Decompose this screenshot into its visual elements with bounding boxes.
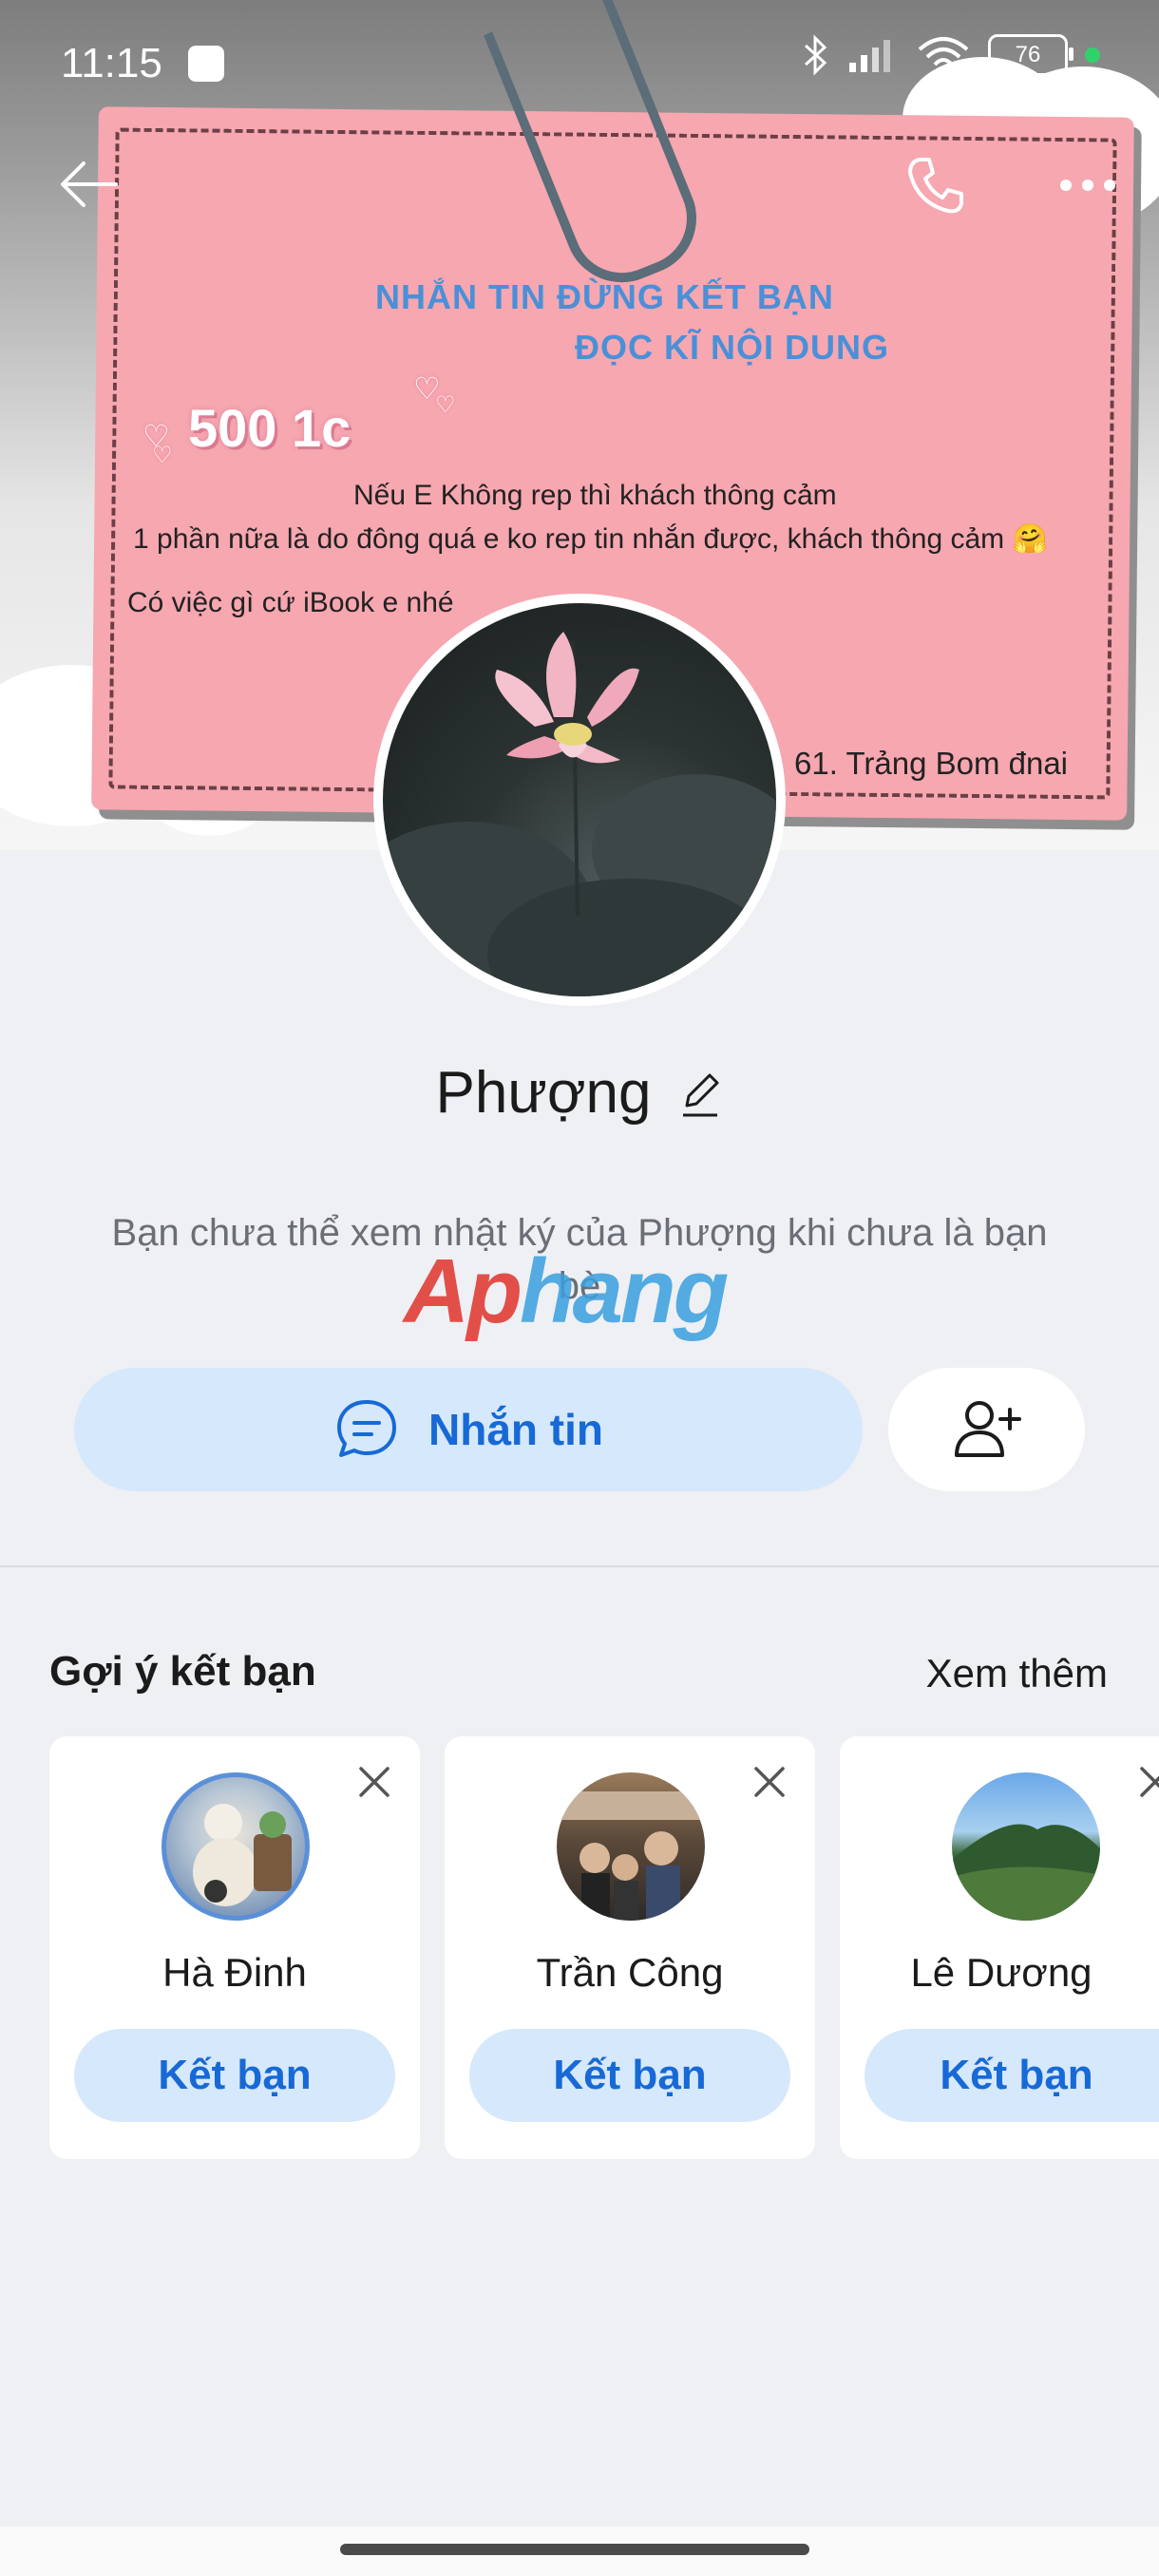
- more-options-icon[interactable]: [1054, 171, 1121, 199]
- section-divider: [0, 1565, 1159, 1567]
- suggestions-title: Gợi ý kết bạn: [49, 1648, 316, 1695]
- notification-icon: [188, 46, 224, 82]
- home-indicator[interactable]: [340, 2544, 809, 2555]
- suggestion-card[interactable]: Trần Công Kết bạn: [445, 1736, 815, 2159]
- avatar: [162, 1772, 310, 1921]
- profile-name: Phượng: [435, 1060, 652, 1126]
- note-text: Nếu E Không rep thì khách thông cảm: [353, 480, 837, 511]
- close-icon[interactable]: [750, 1763, 788, 1801]
- add-friend-button[interactable]: Kết bạn: [469, 2029, 790, 2122]
- profile-avatar[interactable]: [373, 594, 786, 1006]
- suggestion-name: Hà Đinh: [162, 1950, 307, 1995]
- add-friend-button[interactable]: [888, 1368, 1085, 1491]
- lotus-icon: [383, 632, 776, 996]
- suggestion-name: Lê Dương: [910, 1950, 1092, 1995]
- back-arrow-icon[interactable]: [55, 156, 122, 213]
- heart-icon: ♡: [435, 392, 456, 418]
- note-address: 61. Trảng Bom đnai: [794, 746, 1069, 781]
- suggestion-name: Trần Công: [536, 1950, 724, 1995]
- add-friend-button[interactable]: Kết bạn: [74, 2029, 395, 2122]
- suggestion-card[interactable]: Lê Dương Kết bạn: [840, 1736, 1159, 2159]
- chat-bubble-icon: [337, 1400, 396, 1457]
- close-icon[interactable]: [355, 1763, 393, 1801]
- add-user-icon: [954, 1401, 1021, 1457]
- signal-icon: [849, 40, 890, 72]
- status-bar: 11:15 76: [0, 0, 1159, 133]
- avatar-image: [383, 603, 776, 996]
- note-subtitle: ĐỌC KĨ NỘI DUNG: [575, 328, 890, 367]
- note-text: 1 phần nữa là do đông quá e ko rep tin n…: [133, 523, 1048, 555]
- suggestion-card[interactable]: Hà Đinh Kết bạn: [49, 1736, 420, 2159]
- note-title: NHẮN TIN ĐỪNG KẾT BẠN: [375, 277, 834, 316]
- wifi-icon: [918, 37, 969, 74]
- edit-pencil-icon[interactable]: [677, 1068, 723, 1119]
- battery-icon: 76: [988, 34, 1074, 76]
- avatar: [952, 1772, 1100, 1921]
- phone-call-icon[interactable]: [902, 152, 969, 218]
- profile-name-row: Phượng: [0, 1059, 1159, 1127]
- people-icon: [557, 1791, 705, 1921]
- avatar: [557, 1772, 705, 1921]
- mountain-icon: [952, 1824, 1100, 1921]
- status-time: 11:15: [61, 40, 162, 86]
- add-friend-button[interactable]: Kết bạn: [864, 2029, 1159, 2122]
- see-more-link[interactable]: Xem thêm: [926, 1651, 1108, 1696]
- close-icon[interactable]: [1136, 1763, 1159, 1801]
- message-button-label: Nhắn tin: [428, 1405, 603, 1454]
- statue-icon: [193, 1804, 292, 1906]
- heart-icon: ♡: [152, 443, 173, 468]
- privacy-indicator-icon: [1085, 47, 1100, 63]
- message-button[interactable]: Nhắn tin: [74, 1368, 863, 1491]
- note-price: 500 1c: [188, 398, 352, 458]
- battery-level: 76: [1015, 42, 1041, 67]
- note-text: Có việc gì cứ iBook e nhé: [127, 587, 454, 618]
- bluetooth-icon: [804, 34, 827, 76]
- watermark-logo: Aphang: [404, 1241, 729, 1342]
